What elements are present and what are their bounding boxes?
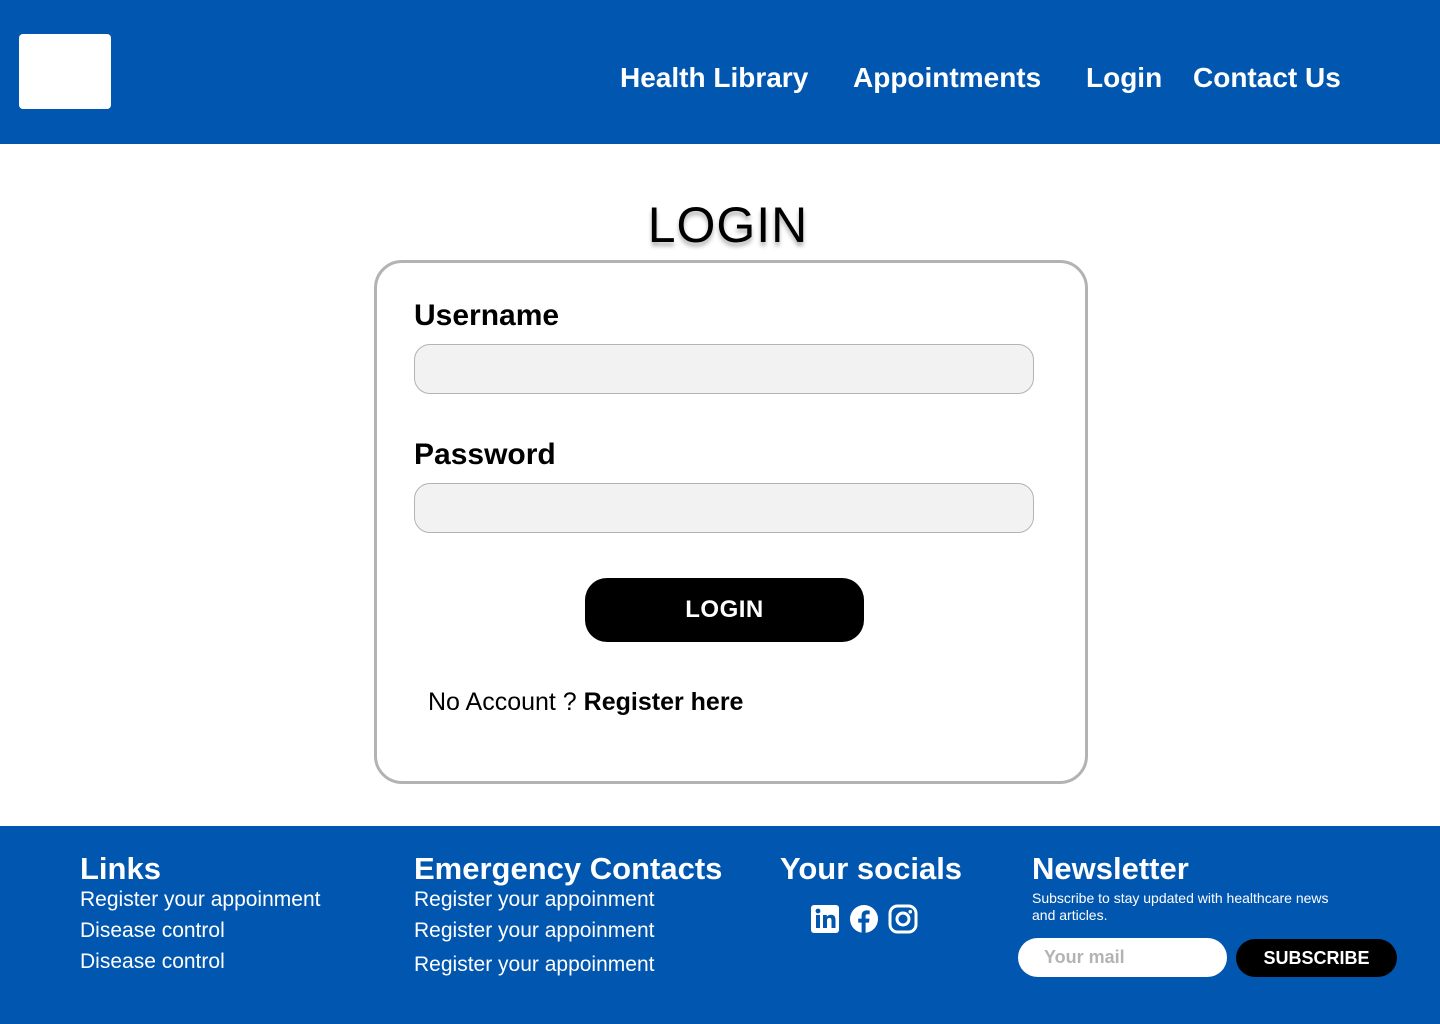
nav-health-library[interactable]: Health Library (620, 58, 808, 98)
logo[interactable] (19, 34, 111, 109)
newsletter-email-input[interactable] (1018, 938, 1227, 977)
footer-link-item[interactable]: Disease control (80, 949, 225, 975)
footer-emergency-item[interactable]: Register your appoinment (414, 952, 654, 978)
site-header: Health Library Appointments Login Contac… (0, 0, 1440, 144)
footer-socials-heading: Your socials (780, 851, 963, 886)
password-label: Password (414, 438, 556, 471)
page-title: LOGIN (647, 197, 809, 253)
username-label: Username (414, 299, 560, 332)
footer-emergency-heading: Emergency Contacts (414, 851, 723, 886)
newsletter-description: Subscribe to stay updated with healthcar… (1032, 890, 1329, 923)
login-button[interactable]: LOGIN (585, 578, 864, 642)
footer-emergency-item[interactable]: Register your appoinment (414, 918, 654, 944)
no-account-text: No Account ? (428, 688, 577, 716)
linkedin-icon[interactable] (810, 904, 840, 934)
register-prompt: No Account ? Register here (428, 686, 743, 718)
footer-link-item[interactable]: Register your appoinment (80, 887, 320, 913)
nav-contact-us[interactable]: Contact Us (1193, 58, 1341, 98)
nav-login[interactable]: Login (1086, 58, 1162, 98)
footer-link-item[interactable]: Disease control (80, 918, 225, 944)
instagram-icon[interactable] (888, 904, 918, 934)
subscribe-button[interactable]: SUBSCRIBE (1236, 939, 1397, 977)
nav-appointments[interactable]: Appointments (853, 58, 1041, 98)
footer-newsletter-heading: Newsletter (1032, 851, 1189, 886)
register-link[interactable]: Register here (584, 688, 744, 716)
footer-emergency-item[interactable]: Register your appoinment (414, 887, 654, 913)
facebook-icon[interactable] (849, 904, 879, 934)
footer-links-heading: Links (80, 851, 161, 886)
username-input[interactable] (414, 344, 1034, 394)
password-input[interactable] (414, 483, 1034, 533)
